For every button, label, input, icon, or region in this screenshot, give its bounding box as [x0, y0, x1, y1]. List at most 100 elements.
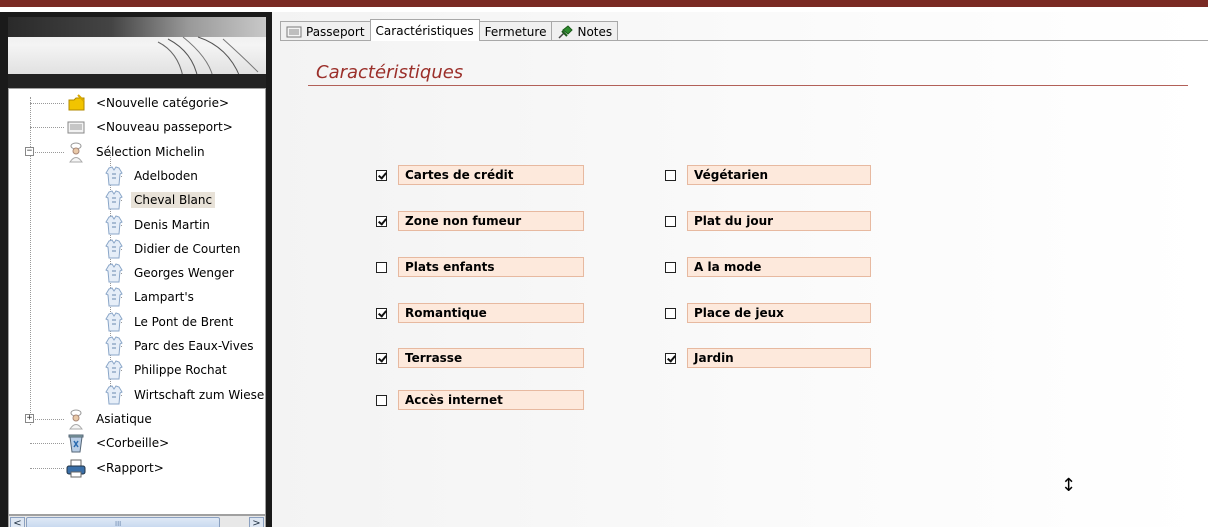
- feature-option: Végétarien: [665, 165, 871, 185]
- tree-item[interactable]: Philippe Rochat: [103, 358, 230, 382]
- tree-item-label: Adelboden: [134, 168, 198, 183]
- tab-notes[interactable]: Notes: [551, 21, 619, 41]
- title-divider: [308, 85, 1188, 86]
- tree-item[interactable]: <Rapport>: [65, 456, 167, 480]
- feature-label: Romantique: [398, 303, 584, 323]
- feature-checkbox[interactable]: [665, 261, 676, 273]
- navigation-panel: <Nouvelle catégorie> <Nouveau passeport> −…: [0, 12, 272, 527]
- tree-item-label: Sélection Michelin: [96, 144, 205, 159]
- tree-item-label: Lampart's: [134, 290, 194, 305]
- feature-label: Terrasse: [398, 348, 584, 368]
- feature-label: Place de jeux: [687, 303, 871, 323]
- tree-item[interactable]: Le Pont de Brent: [103, 310, 236, 334]
- feature-checkbox[interactable]: [376, 169, 387, 181]
- tree-item[interactable]: Georges Wenger: [103, 261, 237, 285]
- scroll-right-button[interactable]: >: [249, 517, 264, 527]
- tree-item-label: Georges Wenger: [134, 266, 234, 281]
- tree-item-label: <Nouveau passeport>: [96, 120, 233, 135]
- tab-fermeture[interactable]: Fermeture: [478, 21, 553, 41]
- chef-jacket-icon: [103, 384, 125, 406]
- feature-label: Jardin: [687, 348, 871, 368]
- chef-jacket-icon: [103, 286, 125, 308]
- feature-label: Zone non fumeur: [398, 211, 584, 231]
- feature-checkbox[interactable]: [376, 215, 387, 227]
- chef-jacket-icon: [103, 335, 125, 357]
- feature-label: Cartes de crédit: [398, 165, 584, 185]
- tree-item-label: Denis Martin: [134, 217, 210, 232]
- feature-checkbox[interactable]: [376, 307, 387, 319]
- chef-jacket-icon: [103, 238, 125, 260]
- expand-toggle[interactable]: +: [25, 413, 34, 423]
- tree-item-label: Didier de Courten: [134, 241, 241, 256]
- feature-checkbox[interactable]: [665, 307, 676, 319]
- tree-item[interactable]: Wirtschaft zum Wiese: [103, 383, 265, 407]
- feature-option: Plat du jour: [665, 211, 871, 231]
- feature-option: Jardin: [665, 348, 871, 368]
- feature-option: Terrasse: [376, 348, 584, 368]
- feature-checkbox[interactable]: [665, 352, 676, 364]
- feature-label: Plats enfants: [398, 257, 584, 277]
- category-tree[interactable]: <Nouvelle catégorie> <Nouveau passeport> −…: [8, 88, 266, 515]
- tab-label: Caractéristiques: [375, 23, 474, 38]
- printer-icon: [65, 457, 87, 479]
- tree-item[interactable]: Cheval Blanc: [103, 188, 216, 212]
- feature-option: Plats enfants: [376, 257, 584, 277]
- resize-cursor-icon: ↕: [1061, 475, 1077, 496]
- feature-label: A la mode: [687, 257, 871, 277]
- section-title: Caractéristiques: [316, 62, 464, 83]
- feature-option: A la mode: [665, 257, 871, 277]
- folder-new-icon: [65, 92, 87, 114]
- tab-label: Passeport: [306, 24, 365, 39]
- feature-option: Romantique: [376, 303, 584, 323]
- horizontal-scrollbar[interactable]: < III >: [8, 515, 266, 527]
- chef-jacket-icon: [103, 214, 125, 236]
- tree-item[interactable]: Sélection Michelin: [65, 140, 208, 164]
- tab-label: Notes: [577, 24, 613, 39]
- tree-item[interactable]: Asiatique: [65, 407, 155, 431]
- feature-checkbox[interactable]: [376, 352, 387, 364]
- tree-item[interactable]: Adelboden: [103, 164, 201, 188]
- feature-checkbox[interactable]: [665, 215, 676, 227]
- tree-item-label: Cheval Blanc: [131, 192, 216, 209]
- tree-item[interactable]: <Nouveau passeport>: [65, 115, 236, 139]
- tab-passeport[interactable]: Passeport: [280, 21, 371, 41]
- chef-jacket-icon: [103, 262, 125, 284]
- feature-label: Végétarien: [687, 165, 871, 185]
- tree-item[interactable]: Denis Martin: [103, 213, 213, 237]
- tree-item[interactable]: <Corbeille>: [65, 431, 172, 455]
- feature-label: Accès internet: [398, 390, 584, 410]
- chef-icon: [65, 141, 87, 163]
- tree-item[interactable]: Parc des Eaux-Vives: [103, 334, 256, 358]
- chef-jacket-icon: [103, 165, 125, 187]
- feature-checkbox[interactable]: [665, 169, 676, 181]
- tree-item-label: Philippe Rochat: [134, 363, 227, 378]
- recycle-bin-icon: [65, 432, 87, 454]
- tree-item-label: Asiatique: [96, 411, 152, 426]
- tree-item[interactable]: Didier de Courten: [103, 237, 243, 261]
- scroll-thumb[interactable]: III: [26, 517, 220, 527]
- passport-icon: [286, 25, 302, 39]
- document-icon: [65, 116, 87, 138]
- tree-item-label: Parc des Eaux-Vives: [134, 339, 254, 353]
- tree-item-label: <Nouvelle catégorie>: [96, 96, 230, 110]
- tree-item-label: <Corbeille>: [96, 436, 170, 451]
- collapse-toggle[interactable]: −: [25, 146, 34, 156]
- tree-item-label: Le Pont de Brent: [134, 314, 234, 329]
- scroll-left-button[interactable]: <: [10, 517, 25, 527]
- feature-checkbox[interactable]: [376, 394, 387, 406]
- tree-item[interactable]: <Nouvelle catégorie>: [65, 91, 232, 115]
- chef-jacket-icon: [103, 359, 125, 381]
- tree-item[interactable]: Lampart's: [103, 285, 197, 309]
- tree-item-label: <Rapport>: [96, 460, 164, 475]
- tab-caracteristiques[interactable]: Caractéristiques: [369, 19, 480, 41]
- feature-option: Accès internet: [376, 390, 584, 410]
- tab-label: Fermeture: [484, 24, 547, 39]
- feature-checkbox[interactable]: [376, 261, 387, 273]
- window-top-bar: [0, 0, 1208, 7]
- scroll-grip: III: [115, 520, 122, 527]
- feature-option: Zone non fumeur: [376, 211, 584, 231]
- feature-option: Cartes de crédit: [376, 165, 584, 185]
- feature-option: Place de jeux: [665, 303, 871, 323]
- feature-label: Plat du jour: [687, 211, 871, 231]
- banner-image: [8, 17, 266, 88]
